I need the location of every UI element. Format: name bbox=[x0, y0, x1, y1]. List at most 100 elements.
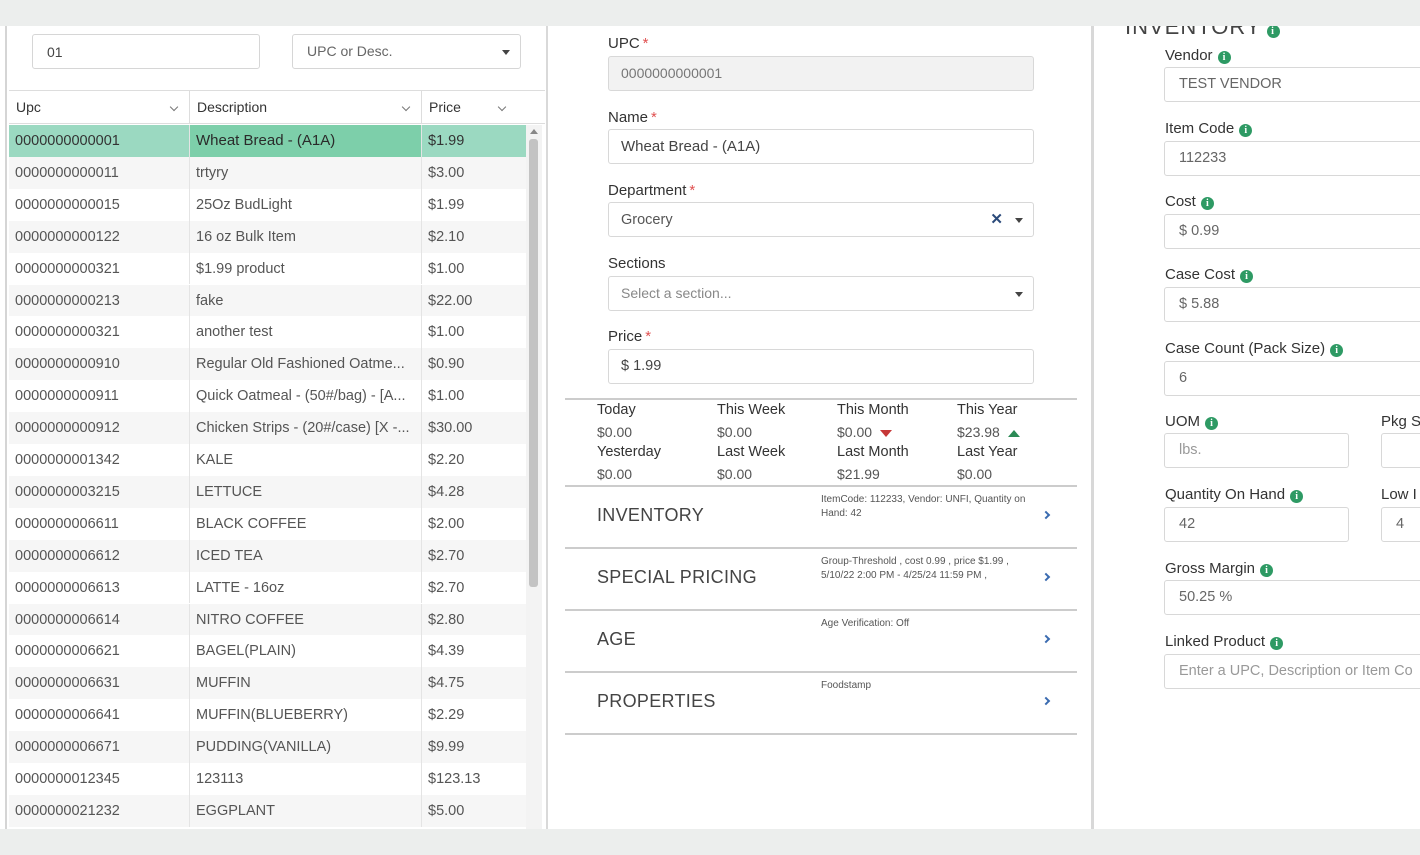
table-row[interactable]: 0000000006613 LATTE - 16oz $2.70 bbox=[9, 571, 526, 604]
table-row[interactable]: 0000000006614 NITRO COFFEE $2.80 bbox=[9, 603, 526, 636]
low-inventory-label: Low I bbox=[1381, 486, 1417, 503]
table-row[interactable]: 0000000000912 Chicken Strips - (20#/case)… bbox=[9, 412, 526, 444]
sections-select[interactable]: Select a section... bbox=[608, 276, 1034, 311]
info-icon[interactable]: i bbox=[1266, 26, 1280, 38]
info-icon[interactable]: i bbox=[1200, 197, 1214, 210]
section-inventory[interactable]: INVENTORY ItemCode: 112233, Vendor: UNFI… bbox=[565, 485, 1077, 547]
info-icon[interactable]: i bbox=[1217, 51, 1231, 64]
cell-description: MUFFIN bbox=[190, 667, 422, 700]
cell-upc: 0000000006614 bbox=[9, 603, 190, 636]
sections-label: Sections bbox=[608, 255, 666, 272]
cell-description: 16 oz Bulk Item bbox=[190, 220, 422, 253]
chevron-down-icon[interactable] bbox=[1015, 292, 1023, 297]
department-select[interactable]: Grocery ✕ bbox=[608, 202, 1034, 237]
scroll-thumb[interactable] bbox=[529, 139, 538, 587]
trend-up-icon bbox=[1007, 429, 1020, 437]
section-title: AGE bbox=[597, 629, 636, 649]
table-row[interactable]: 0000000006671 PUDDING(VANILLA) $9.99 bbox=[9, 731, 526, 763]
sort-chevron-icon[interactable] bbox=[401, 102, 411, 112]
info-icon[interactable]: i bbox=[1240, 270, 1254, 283]
table-row[interactable]: 0000000006641 MUFFIN(BLUEBERRY) $2.29 bbox=[9, 699, 526, 732]
section-title: PROPERTIES bbox=[597, 691, 716, 711]
column-header-description[interactable]: Description bbox=[190, 91, 422, 124]
search-type-dropdown[interactable]: UPC or Desc. bbox=[292, 34, 521, 69]
info-icon[interactable]: i bbox=[1205, 417, 1218, 430]
grid-scrollbar[interactable] bbox=[526, 125, 542, 829]
table-row[interactable]: 0000000006621 BAGEL(PLAIN) $4.39 bbox=[9, 635, 526, 668]
low-inventory-field[interactable]: 4 bbox=[1381, 507, 1420, 542]
name-field[interactable]: Wheat Bread - (A1A) bbox=[608, 129, 1034, 164]
table-row[interactable]: 0000000000213 fake $22.00 bbox=[9, 284, 526, 317]
table-row[interactable]: 0000000000011 trtyry $3.00 bbox=[9, 156, 526, 189]
stat-week-label: This Week bbox=[717, 402, 786, 418]
cell-description: NITRO COFFEE bbox=[190, 603, 422, 636]
casecount-field[interactable]: 6 bbox=[1164, 361, 1420, 396]
table-row[interactable]: 0000000021232 EGGPLANT $5.00 bbox=[9, 794, 526, 827]
casecost-field[interactable]: $ 5.88 bbox=[1164, 287, 1420, 322]
section-special-pricing[interactable]: SPECIAL PRICING Group-Threshold , cost 0… bbox=[565, 547, 1077, 609]
table-row[interactable]: 0000000001342 KALE $2.20 bbox=[9, 444, 526, 476]
linked-product-input[interactable]: Enter a UPC, Description or Item Co bbox=[1164, 654, 1420, 689]
sort-chevron-icon[interactable] bbox=[169, 102, 179, 112]
section-age[interactable]: AGE Age Verification: Off bbox=[565, 609, 1077, 671]
app-window: UPC or Desc. Upc Description Price 00000… bbox=[0, 26, 1420, 829]
search-type-label: UPC or Desc. bbox=[307, 43, 393, 59]
section-title: SPECIAL PRICING bbox=[597, 567, 757, 587]
uom-field[interactable]: lbs. bbox=[1164, 433, 1349, 468]
info-icon[interactable]: i bbox=[1290, 490, 1304, 503]
cell-description: Quick Oatmeal - (50#/bag) - [A... bbox=[190, 380, 422, 413]
chevron-right-icon[interactable] bbox=[1041, 634, 1051, 644]
table-row[interactable]: 0000000000015 25Oz BudLight $1.99 bbox=[9, 188, 526, 221]
cell-description: Wheat Bread - (A1A) bbox=[190, 125, 422, 157]
table-row[interactable]: 0000000006612 ICED TEA $2.70 bbox=[9, 539, 526, 572]
stat-yesterday-label: Yesterday bbox=[597, 444, 661, 460]
table-row[interactable]: 0000000006631 MUFFIN $4.75 bbox=[9, 667, 526, 700]
info-icon[interactable]: i bbox=[1270, 637, 1284, 650]
itemcode-field[interactable]: 112233 bbox=[1164, 141, 1420, 176]
sales-stats: Today $0.00 This Week $0.00 This Month $… bbox=[565, 398, 1077, 486]
table-row[interactable]: 0000000006611 BLACK COFFEE $2.00 bbox=[9, 507, 526, 540]
product-list-panel: UPC or Desc. Upc Description Price 00000… bbox=[0, 26, 548, 829]
table-row[interactable]: 0000000000910 Regular Old Fashioned Oatme… bbox=[9, 348, 526, 381]
cell-upc: 0000000003215 bbox=[9, 475, 190, 508]
table-row[interactable]: 0000000000321 $1.99 product $1.00 bbox=[9, 252, 526, 285]
chevron-right-icon[interactable] bbox=[1041, 696, 1051, 706]
cell-price: $3.00 bbox=[428, 164, 465, 181]
stat-year-label: This Year bbox=[957, 402, 1018, 418]
table-row[interactable]: 0000000000001 Wheat Bread - (A1A) $1.99 bbox=[9, 125, 526, 157]
qoh-field[interactable]: 42 bbox=[1164, 507, 1349, 542]
info-icon[interactable]: i bbox=[1260, 564, 1274, 577]
price-field[interactable]: $ 1.99 bbox=[608, 349, 1034, 384]
column-header-upc[interactable]: Upc bbox=[9, 91, 190, 124]
table-row[interactable]: 0000000012345 123113 $123.13 bbox=[9, 763, 526, 795]
info-icon[interactable]: i bbox=[1330, 344, 1344, 357]
margin-field[interactable]: 50.25 % bbox=[1164, 580, 1420, 615]
cost-field[interactable]: $ 0.99 bbox=[1164, 214, 1420, 249]
sort-chevron-icon[interactable] bbox=[497, 102, 507, 112]
cell-upc: 0000000000011 bbox=[9, 156, 190, 189]
cell-price: $2.80 bbox=[428, 611, 465, 628]
scroll-up-arrow-icon[interactable] bbox=[530, 129, 538, 134]
stat-month: $0.00 bbox=[837, 424, 893, 440]
pkg-size-field[interactable] bbox=[1381, 433, 1420, 468]
section-properties[interactable]: PROPERTIES Foodstamp bbox=[565, 671, 1077, 733]
pkg-size-label: Pkg Si bbox=[1381, 413, 1420, 430]
linked-product-label: Linked Product i bbox=[1165, 633, 1284, 650]
table-row[interactable]: 0000000000321 another test $1.00 bbox=[9, 316, 526, 349]
name-label: Name * bbox=[608, 109, 657, 126]
search-input[interactable] bbox=[32, 34, 260, 69]
cell-upc: 0000000006631 bbox=[9, 667, 190, 700]
column-header-price[interactable]: Price bbox=[422, 91, 545, 124]
clear-x-icon[interactable]: ✕ bbox=[990, 203, 1003, 236]
vendor-field[interactable]: TEST VENDOR bbox=[1164, 67, 1420, 102]
info-icon[interactable]: i bbox=[1239, 124, 1253, 137]
chevron-down-icon[interactable] bbox=[1015, 218, 1023, 223]
cell-description: LETTUCE bbox=[190, 475, 422, 508]
table-row[interactable]: 0000000000122 16 oz Bulk Item $2.10 bbox=[9, 220, 526, 253]
cell-upc: 0000000006671 bbox=[9, 731, 190, 763]
column-header-label: Price bbox=[429, 99, 461, 115]
table-row[interactable]: 0000000003215 LETTUCE $4.28 bbox=[9, 475, 526, 508]
cell-price: $1.99 bbox=[428, 196, 465, 213]
upc-field[interactable]: 0000000000001 bbox=[608, 56, 1034, 91]
table-row[interactable]: 0000000000911 Quick Oatmeal - (50#/bag) -… bbox=[9, 380, 526, 413]
